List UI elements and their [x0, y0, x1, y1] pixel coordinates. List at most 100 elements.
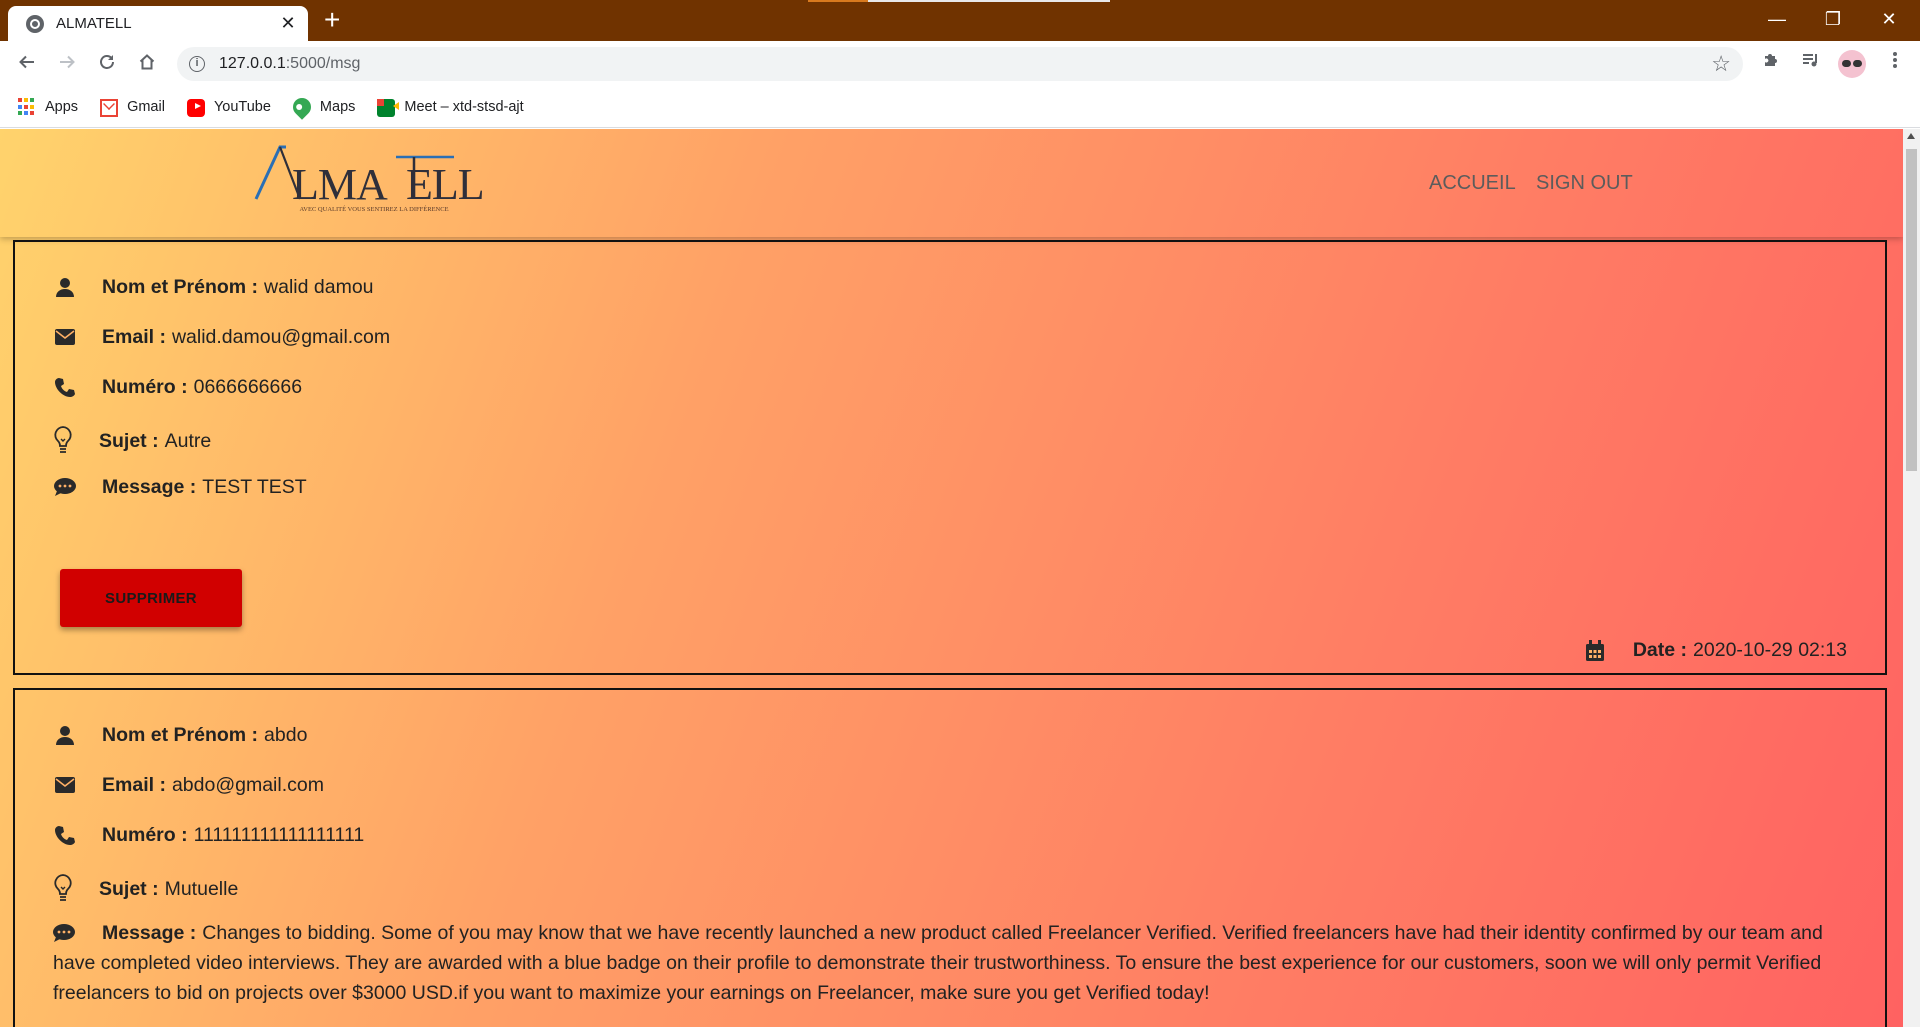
scrollbar-thumb[interactable] — [1906, 149, 1917, 471]
bookmark-apps[interactable]: Apps — [18, 98, 78, 116]
site-info-icon[interactable]: i — [189, 56, 205, 72]
bookmark-label: Apps — [45, 99, 79, 115]
row-name: Nom et Prénom : walid damou — [53, 275, 374, 299]
date-value: 2020-10-29 02:13 — [1693, 639, 1847, 661]
puzzle-icon — [1765, 54, 1777, 66]
forward-arrow-icon — [60, 55, 75, 69]
comment-icon — [53, 921, 77, 942]
message-card: Nom et Prénom : walid damou Email : wali… — [13, 240, 1887, 675]
bookmark-youtube[interactable]: YouTube — [186, 97, 271, 117]
new-tab-button[interactable]: + — [324, 6, 340, 34]
row-date: Date : 2020-10-29 02:13 — [1585, 639, 1847, 662]
envelope-icon — [53, 773, 77, 797]
site-header: LMA ELL AVEC QUALITÉ VOUS SENTIREZ LA DI… — [0, 129, 1903, 237]
reload-icon — [100, 55, 114, 69]
back-arrow-icon — [19, 55, 34, 69]
row-message: Message : TEST TEST — [53, 475, 307, 499]
playlist-icon — [1803, 54, 1817, 67]
comment-icon — [53, 475, 77, 499]
meet-icon — [377, 99, 400, 117]
message-label: Message : — [102, 922, 197, 944]
date-label: Date : — [1632, 639, 1688, 661]
bookmark-meet[interactable]: Meet – xtd-stsd-ajt — [377, 97, 524, 117]
user-icon — [53, 723, 77, 747]
phone-value: 0666666666 — [193, 375, 303, 398]
almatell-logo[interactable]: LMA ELL AVEC QUALITÉ VOUS SENTIREZ LA DI… — [254, 143, 494, 215]
subject-label: Sujet : — [99, 429, 159, 452]
lightbulb-icon — [51, 425, 75, 457]
bookmark-maps[interactable]: Maps — [289, 94, 356, 120]
minimize-button[interactable]: — — [1754, 4, 1800, 34]
home-button[interactable] — [132, 49, 162, 79]
phone-label: Numéro : — [102, 823, 188, 846]
url-path: :5000/msg — [285, 55, 361, 72]
address-bar[interactable]: i 127.0.0.1:5000/msg ☆ — [177, 47, 1743, 81]
browser-titlebar: ALMATELL ✕ + — ❐ ✕ — [0, 0, 1920, 41]
scroll-up-arrow-icon[interactable] — [1907, 133, 1915, 139]
delete-button[interactable]: SUPPRIMER — [60, 569, 242, 627]
bookmarks-bar: Apps Gmail YouTube Maps Meet – xtd-stsd-… — [0, 87, 1920, 128]
page-viewport: LMA ELL AVEC QUALITÉ VOUS SENTIREZ LA DI… — [0, 129, 1920, 1027]
phone-icon — [53, 375, 77, 399]
row-message: Message : Changes to bidding. Some of you… — [53, 918, 1845, 1008]
row-name: Nom et Prénom : abdo — [53, 723, 307, 747]
phone-label: Numéro : — [102, 375, 188, 398]
nav-home-link[interactable]: ACCUEIL — [1429, 172, 1516, 195]
logo-tagline: AVEC QUALITÉ VOUS SENTIREZ LA DIFFÉRENCE — [299, 205, 448, 213]
page-scrollbar[interactable] — [1903, 129, 1920, 1027]
restore-button[interactable]: ❐ — [1810, 4, 1856, 34]
bookmark-label: YouTube — [213, 99, 271, 115]
url-host: 127.0.0.1 — [219, 55, 286, 72]
message-card: Nom et Prénom : abdo Email : abdo@gmail.… — [13, 688, 1887, 1027]
row-subject: Sujet : Mutuelle — [51, 873, 238, 905]
subject-label: Sujet : — [99, 877, 159, 900]
close-window-button[interactable]: ✕ — [1866, 4, 1912, 34]
message-value: Changes to bidding. Some of you may know… — [53, 922, 1823, 1004]
back-button[interactable] — [12, 49, 42, 79]
row-subject: Sujet : Autre — [51, 425, 211, 457]
tab-close-icon[interactable]: ✕ — [278, 13, 298, 34]
nav-signout-link[interactable]: SIGN OUT — [1536, 172, 1633, 195]
subject-value: Mutuelle — [164, 877, 239, 900]
email-value: abdo@gmail.com — [171, 773, 324, 796]
gmail-icon — [100, 99, 119, 117]
row-phone: Numéro : 111111111111111111 — [53, 823, 364, 847]
profile-avatar[interactable] — [1838, 50, 1866, 78]
svg-text:LMA: LMA — [292, 160, 388, 209]
kebab-menu-icon — [1893, 52, 1897, 68]
bookmark-label: Maps — [319, 99, 356, 115]
bookmark-star-icon[interactable]: ☆ — [1711, 51, 1731, 77]
calendar-icon — [1585, 639, 1607, 662]
titlebar-accent-orange — [808, 0, 868, 2]
row-email: Email : abdo@gmail.com — [53, 773, 324, 797]
subject-value: Autre — [164, 429, 212, 452]
phone-icon — [53, 823, 77, 847]
browser-tab[interactable]: ALMATELL ✕ — [8, 6, 308, 41]
name-value: walid damou — [264, 275, 374, 298]
envelope-icon — [53, 325, 77, 349]
extensions-button[interactable] — [1756, 49, 1786, 79]
page-body: LMA ELL AVEC QUALITÉ VOUS SENTIREZ LA DI… — [0, 129, 1903, 1027]
browser-menu-button[interactable] — [1880, 49, 1910, 79]
home-icon — [139, 54, 155, 70]
bookmark-gmail[interactable]: Gmail — [100, 97, 165, 117]
svg-text:ELL: ELL — [406, 160, 484, 209]
email-value: walid.damou@gmail.com — [171, 325, 391, 348]
apps-grid-icon — [18, 98, 36, 116]
reload-button[interactable] — [92, 49, 122, 79]
forward-button[interactable] — [52, 49, 82, 79]
lightbulb-icon — [51, 873, 75, 905]
row-email: Email : walid.damou@gmail.com — [53, 325, 390, 349]
tab-title: ALMATELL — [56, 15, 132, 32]
row-phone: Numéro : 0666666666 — [53, 375, 302, 399]
name-label: Nom et Prénom : — [102, 275, 259, 298]
media-control-button[interactable] — [1796, 49, 1826, 79]
user-icon — [53, 275, 77, 299]
youtube-icon — [186, 99, 205, 117]
browser-toolbar: i 127.0.0.1:5000/msg ☆ — [0, 41, 1920, 87]
bookmark-label: Gmail — [127, 99, 165, 115]
phone-value: 111111111111111111 — [193, 823, 365, 846]
maps-icon — [289, 94, 315, 120]
message-value: TEST TEST — [202, 475, 307, 498]
email-label: Email : — [102, 773, 166, 796]
